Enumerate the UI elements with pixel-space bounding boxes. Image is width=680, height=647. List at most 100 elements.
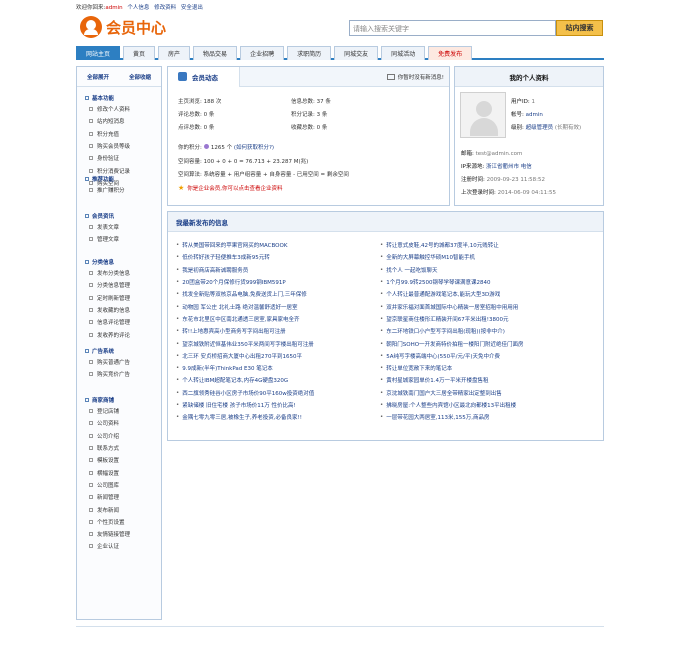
edit-profile-link[interactable]: 修改资料 — [154, 5, 176, 11]
post-link[interactable]: 西二旗领秀硅谷小区房子市场价90平160w投资绝对值 — [176, 387, 381, 399]
post-link[interactable]: 9.9成新(半年)ThinkPad E30 笔记本 — [176, 362, 381, 374]
sidebar-item[interactable]: 发布分类信息 — [77, 267, 161, 279]
post-link[interactable]: 低价转好孩子轻便推车3成新95元转 — [176, 251, 381, 263]
welcome-text: 欢迎你回来: — [76, 5, 106, 11]
sidebar-item[interactable]: 定时刷新管理 — [77, 292, 161, 304]
profile-info-link[interactable]: 个人信息 — [127, 5, 149, 11]
sidebar-group-title[interactable]: 会员资讯 — [77, 210, 161, 221]
post-link[interactable]: 转从美国带回来的苹果官网买的MACBOOK — [176, 239, 381, 251]
sidebar-item[interactable]: 修改个人资料 — [77, 103, 161, 115]
uid-row: 用户ID: 1 — [511, 99, 535, 105]
sidebar-item[interactable]: 管理文章 — [77, 233, 161, 245]
sidebar-item[interactable]: 购买竞价广告 — [77, 368, 161, 380]
post-link[interactable]: 黄村星城家园单价1.4万一平米开楼盘售租 — [380, 374, 585, 386]
sidebar-group-title[interactable]: 广告系统 — [77, 345, 161, 356]
post-link[interactable]: 转让单位宽敞下来的笔记本 — [380, 362, 585, 374]
collapse-all-link[interactable]: 全部收缩 — [129, 73, 151, 81]
post-link[interactable]: 金隅七零九零三居,被橡生子,养老投资,必备良家!! — [176, 411, 381, 423]
sidebar-item[interactable]: 企业认证 — [77, 540, 161, 552]
sidebar-item[interactable]: 公司图库 — [77, 479, 161, 491]
latest-posts-panel: 我最新发布的信息 转从美国带回来的苹果官网买的MACBOOK低价转好孩子轻便推车… — [167, 211, 604, 441]
dynamics-tab[interactable]: 会员动态 — [168, 66, 240, 87]
post-link[interactable]: 东二环地铁口小户型写字间出租(现租)(按非中介) — [380, 325, 585, 337]
sidebar-group-title[interactable]: 基本功能 — [77, 92, 161, 103]
how-to-get-points-link[interactable]: (如何获取积分?) — [234, 145, 274, 151]
search-button[interactable]: 站内搜索 — [556, 20, 603, 36]
bullet-box-icon — [89, 131, 93, 136]
sidebar-item[interactable]: 新闻管理 — [77, 491, 161, 503]
bullet-box-icon — [89, 507, 93, 512]
sidebar-item[interactable]: 发表文章 — [77, 221, 161, 233]
expand-all-link[interactable]: 全部展开 — [87, 73, 109, 81]
logout-link[interactable]: 安全退出 — [181, 5, 203, 11]
post-link[interactable]: 转让意式皮鞋,42号的城都37度半,10元贱转让 — [380, 239, 585, 251]
sidebar-group-title[interactable]: 商家商铺 — [77, 394, 161, 405]
sidebar-group-ads: 广告系统 购买普通广告 购买竞价广告 — [77, 345, 161, 381]
nav-tab-house[interactable]: 房产 — [158, 46, 191, 60]
post-link[interactable]: 一层带花园大两居室,113米,155万,商品房 — [380, 411, 585, 423]
level-link[interactable]: 超级管理员 — [526, 125, 554, 131]
bullet-box-icon — [89, 532, 93, 537]
post-link[interactable]: 动物园 军公庄 北礼士路 绝对温馨舒适好一居室 — [176, 300, 381, 312]
enterprise-notice[interactable]: ★ 你是企业会员,你可以点击查看企业资料 — [178, 184, 283, 192]
post-link[interactable]: 个人转让最普通配游戏笔记本,能玩大型3D游戏 — [380, 288, 585, 300]
sidebar-item[interactable]: 公司介绍 — [77, 430, 161, 442]
post-link[interactable]: 转!!上地惠宾高小型商务写字间出租可注册 — [176, 325, 381, 337]
nav-tab-free-post[interactable]: 免费发布 — [428, 46, 473, 60]
sidebar-item[interactable]: 站内短消息 — [77, 115, 161, 127]
post-link[interactable]: 找发全新贴等双核京品电脑,免费送货上门,三年保修 — [176, 288, 381, 300]
message-tip[interactable]: 你暂时没有新消息! — [386, 73, 444, 81]
post-link[interactable]: 紧缺储楼 旧住宅楼 孩子市场价11万 性价比高! — [176, 399, 381, 411]
nav-tab-jobs[interactable]: 企业招聘 — [240, 46, 285, 60]
post-link[interactable]: 20团盒带20个月保修行货999钢IBM591P — [176, 276, 381, 288]
post-link[interactable]: 拂晓房屋:个人整些内宾馆小区最北向都楼13平出租楼 — [380, 399, 585, 411]
sidebar-item[interactable]: 发收藏的信息 — [77, 304, 161, 316]
bullet-box-icon — [89, 433, 93, 438]
post-link[interactable]: 望京城铁附近恒基伟业350平米两间写字楼出租可注册 — [176, 337, 381, 349]
star-icon: ★ — [178, 184, 185, 192]
site-logo[interactable]: 会员中心 — [80, 15, 166, 39]
sidebar-item[interactable]: 横幅设置 — [77, 466, 161, 478]
sidebar-item[interactable]: 分类信息管理 — [77, 279, 161, 291]
sidebar-item[interactable]: 推广赚积分 — [77, 184, 161, 196]
sidebar-item[interactable]: 发布新闻 — [77, 503, 161, 515]
sidebar-item[interactable]: 模板设置 — [77, 454, 161, 466]
post-link[interactable]: 1个月99.9转2500钢琴学琴课满意课2840 — [380, 276, 585, 288]
nav-tab-events[interactable]: 同城活动 — [381, 46, 426, 60]
username: admin — [105, 5, 123, 11]
sidebar-item[interactable]: 个性页设置 — [77, 516, 161, 528]
nav-tab-home[interactable]: 网站主页 — [76, 46, 121, 60]
user-logo-icon — [80, 16, 102, 38]
sidebar-item[interactable]: 友情链接管理 — [77, 528, 161, 540]
sidebar-group-title[interactable]: 推荐功能 — [77, 173, 161, 184]
post-link[interactable]: 京沈城铁南门国户大三居全带精家出定整到出售 — [380, 387, 585, 399]
post-link[interactable]: 找个人 一起吃饭聊天 — [380, 264, 585, 276]
sidebar-item[interactable]: 积分充值 — [77, 128, 161, 140]
sidebar-item[interactable]: 身份验证 — [77, 152, 161, 164]
sidebar-group-title[interactable]: 分类信息 — [77, 256, 161, 267]
account-link[interactable]: admin — [526, 112, 543, 118]
post-link[interactable]: 朝阳门SOHO一开发商特价拍租一楼阳门附近绝佳门面房 — [380, 337, 585, 349]
sidebar-item[interactable]: 登记店铺 — [77, 405, 161, 417]
post-link[interactable]: 全新的大屏幕触控华硕M10智能手机 — [380, 251, 585, 263]
nav-tab-trade[interactable]: 物品交易 — [193, 46, 238, 60]
post-link[interactable]: 双井家乐福对面首城国际中心精装一居室招租中用用用 — [380, 300, 585, 312]
search-input[interactable]: 请输入搜索关键字 — [349, 20, 556, 36]
nav-tab-friends[interactable]: 同城交友 — [334, 46, 379, 60]
nav-tab-resume[interactable]: 求职简历 — [287, 46, 332, 60]
sidebar-item[interactable]: 购买普通广告 — [77, 356, 161, 368]
sidebar-item[interactable]: 联系方式 — [77, 442, 161, 454]
post-link[interactable]: 我是初商店高新诚聘服务员 — [176, 264, 381, 276]
sidebar-item[interactable]: 公司资料 — [77, 417, 161, 429]
post-link[interactable]: 望京联星商住楼形汇精装开间67平米出租!3800元 — [380, 313, 585, 325]
bullet-box-icon — [89, 283, 93, 288]
post-link[interactable]: 东花市北里区中区南北通透三居室,家具家电全齐 — [176, 313, 381, 325]
post-link[interactable]: 北三环 安贞桥招商大厦中心出租270平到1650平 — [176, 350, 381, 362]
sidebar-item[interactable]: 信息评论管理 — [77, 316, 161, 328]
sidebar-item[interactable]: 发收养的评论 — [77, 328, 161, 340]
post-link[interactable]: 5A纯写字楼高端中心(550平/元/平)天免中介费 — [380, 350, 585, 362]
post-link[interactable]: 个人转让IBM超配笔记本,内存4G硬盘320G — [176, 374, 381, 386]
nav-tab-yellowpages[interactable]: 黄页 — [123, 46, 156, 60]
sidebar-item[interactable]: 购买会员等级 — [77, 140, 161, 152]
stat-row: 点评总数: 0 条 收藏总数: 0 条 — [178, 123, 404, 131]
